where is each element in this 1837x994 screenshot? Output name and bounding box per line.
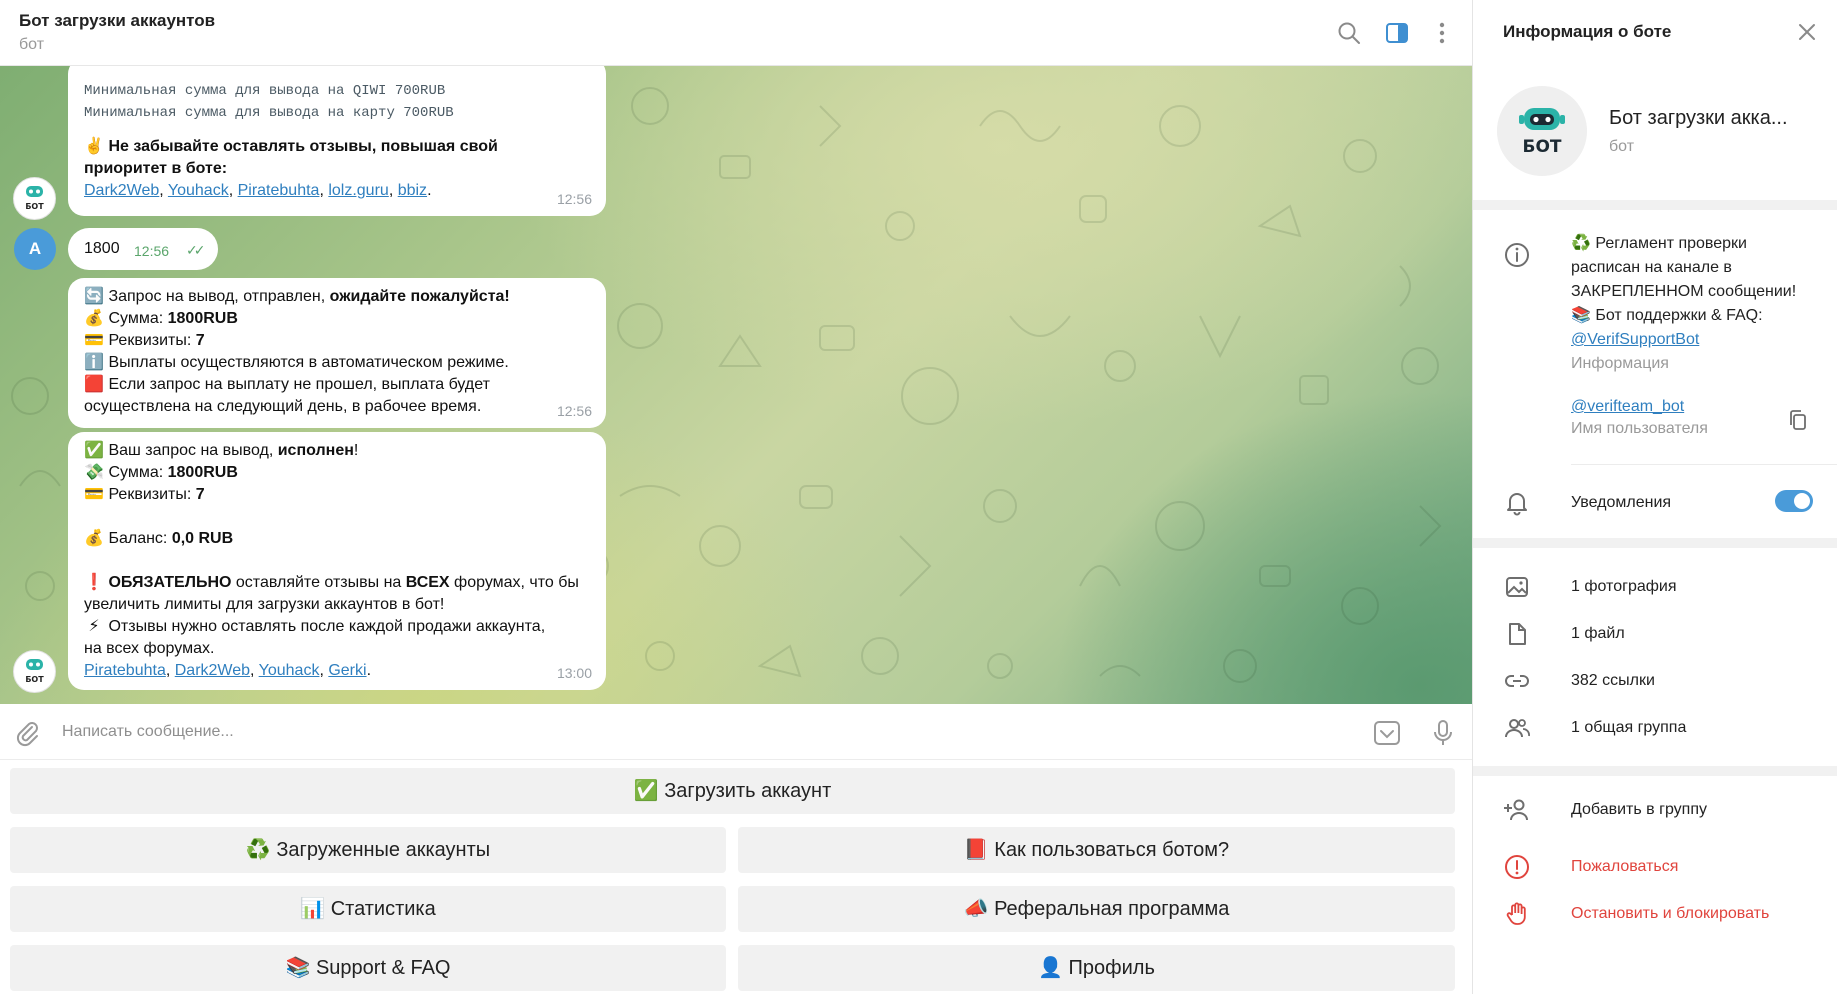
link-gerki[interactable]: Gerki xyxy=(328,662,366,679)
link-icon[interactable] xyxy=(1503,667,1531,695)
link-youhack[interactable]: Youhack xyxy=(168,182,229,199)
message-bubble[interactable]: Минимальная сумма для вывода на QIWI 700… xyxy=(68,66,606,216)
link-lolz[interactable]: lolz.guru xyxy=(328,182,388,199)
notifications-toggle[interactable] xyxy=(1775,490,1813,512)
stop-and-block-button[interactable]: Остановить и блокировать xyxy=(1571,905,1769,923)
message-bubble[interactable]: ✅ Ваш запрос на вывод, исполнен! 💸 Сумма… xyxy=(68,432,606,690)
report-button[interactable]: Пожаловаться xyxy=(1571,858,1678,876)
notifications-label: Уведомления xyxy=(1571,494,1672,511)
username-field[interactable]: @verifteam_bot Имя пользователя xyxy=(1571,398,1801,438)
sidebar-toggle-icon[interactable] xyxy=(1384,20,1410,46)
bot-keyboard-icon[interactable] xyxy=(1372,718,1402,748)
statistics-button[interactable]: 📊 Статистика xyxy=(10,886,726,932)
message-bubble[interactable]: 🔄 Запрос на вывод, отправлен, ожидайте п… xyxy=(68,278,606,428)
links-count[interactable]: 382 ссылки xyxy=(1571,672,1655,690)
chat-header: Бот загрузки аккаунтов бот xyxy=(0,0,1472,66)
chat-pane: Бот загрузки аккаунтов бот Минимальная с… xyxy=(0,0,1472,994)
message-composer xyxy=(0,704,1472,760)
profile-button[interactable]: 👤 Профиль xyxy=(738,945,1455,991)
bot-info-panel: Информация о боте БОТ Бот загрузки акка.… xyxy=(1472,0,1837,994)
bot-avatar[interactable]: БОТ xyxy=(13,650,56,693)
how-to-use-button[interactable]: 📕 Как пользоваться ботом? xyxy=(738,827,1455,873)
card-emoji-icon: 💳 xyxy=(84,486,104,503)
close-icon[interactable] xyxy=(1795,20,1819,44)
money-bag-emoji-icon: 💰 xyxy=(84,310,104,327)
profile-name: Бот загрузки акка... xyxy=(1609,107,1788,129)
toggle-knob xyxy=(1794,493,1810,509)
svg-text:БОТ: БОТ xyxy=(25,202,44,211)
common-groups-count[interactable]: 1 общая группа xyxy=(1571,719,1686,737)
uploaded-accounts-button[interactable]: ♻️ Загруженные аккаунты xyxy=(10,827,726,873)
bot-avatar[interactable]: БОТ xyxy=(13,177,56,220)
message-text: Не забывайте оставлять отзывы, повышая с… xyxy=(108,138,498,155)
card-emoji-icon: 💳 xyxy=(84,332,104,349)
section-divider xyxy=(1473,538,1837,548)
info-icon xyxy=(1503,241,1531,269)
copy-icon[interactable] xyxy=(1786,408,1810,432)
message-list[interactable]: Минимальная сумма для вывода на QIWI 700… xyxy=(0,66,1472,704)
read-check-icon: ✓✓ xyxy=(186,242,206,258)
link-youhack[interactable]: Youhack xyxy=(259,662,320,679)
group-icon[interactable] xyxy=(1503,714,1531,742)
check-emoji-icon: ✅ xyxy=(84,442,104,459)
chat-subtitle: бот xyxy=(19,36,45,53)
red-square-emoji-icon: 🟥 xyxy=(84,376,104,393)
files-count[interactable]: 1 файл xyxy=(1571,625,1625,643)
report-icon[interactable] xyxy=(1503,853,1531,881)
attach-paperclip-icon[interactable] xyxy=(12,718,42,748)
link-piratebuhta[interactable]: Piratebuhta xyxy=(84,662,166,679)
link-piratebuhta[interactable]: Piratebuhta xyxy=(238,182,320,199)
chat-title[interactable]: Бот загрузки аккаунтов xyxy=(19,11,215,31)
victory-emoji-icon: ✌️ xyxy=(84,138,104,155)
svg-text:БОТ: БОТ xyxy=(25,675,44,684)
photo-icon[interactable] xyxy=(1503,573,1531,601)
username-caption: Имя пользователя xyxy=(1571,420,1708,437)
profile-avatar[interactable]: БОТ xyxy=(1497,86,1587,176)
money-bag-emoji-icon: 💰 xyxy=(84,530,104,547)
stop-hand-icon[interactable] xyxy=(1503,900,1531,928)
message-text: Минимальная сумма для вывода на QIWI 700… xyxy=(84,83,446,99)
link-dark2web[interactable]: Dark2Web xyxy=(175,662,250,679)
about-caption: Информация xyxy=(1571,355,1669,372)
exclamation-emoji-icon: ❗ xyxy=(84,574,104,591)
search-icon[interactable] xyxy=(1336,20,1362,46)
support-faq-button[interactable]: 📚 Support & FAQ xyxy=(10,945,726,991)
photos-count[interactable]: 1 фотография xyxy=(1571,578,1677,596)
message-time: 12:56 xyxy=(556,191,592,207)
section-divider xyxy=(1473,766,1837,776)
bot-keyboard: ✅ Загрузить аккаунт ♻️ Загруженные аккау… xyxy=(0,760,1472,994)
message-time: 12:56 xyxy=(134,243,170,259)
message-time: 12:56 xyxy=(556,403,592,419)
add-user-icon[interactable] xyxy=(1503,796,1531,824)
link-dark2web[interactable]: Dark2Web xyxy=(84,182,159,199)
microphone-icon[interactable] xyxy=(1428,718,1458,748)
lightning-emoji-icon: ⚡ xyxy=(88,618,100,635)
message-time: 13:00 xyxy=(556,665,592,681)
upload-account-button[interactable]: ✅ Загрузить аккаунт xyxy=(10,768,1455,814)
message-text: Минимальная сумма для вывода на карту 70… xyxy=(84,105,454,121)
svg-text:БОТ: БОТ xyxy=(1522,137,1561,157)
bell-icon xyxy=(1503,488,1531,516)
link-bbiz[interactable]: bbiz xyxy=(398,182,427,199)
support-bot-link[interactable]: @VerifSupportBot xyxy=(1571,328,1821,352)
divider-line xyxy=(1571,464,1837,465)
profile-subtitle: бот xyxy=(1609,138,1635,155)
add-to-group-button[interactable]: Добавить в группу xyxy=(1571,801,1707,819)
message-input[interactable] xyxy=(62,718,1362,746)
message-text: приоритет в боте: xyxy=(84,160,228,177)
refresh-emoji-icon: 🔄 xyxy=(84,288,104,305)
file-icon[interactable] xyxy=(1503,620,1531,648)
username-value[interactable]: @verifteam_bot xyxy=(1571,398,1801,416)
user-avatar[interactable]: A xyxy=(14,228,56,270)
panel-title: Информация о боте xyxy=(1503,22,1672,41)
info-emoji-icon: ℹ️ xyxy=(84,354,104,371)
about-text: ♻️ Регламент проверки расписан на канале… xyxy=(1571,232,1821,376)
more-vertical-icon[interactable] xyxy=(1429,20,1455,46)
message-bubble[interactable]: 1800 12:56 ✓✓ xyxy=(68,228,218,270)
referral-button[interactable]: 📣 Реферальная программа xyxy=(738,886,1455,932)
money-wings-emoji-icon: 💸 xyxy=(84,464,104,481)
section-divider xyxy=(1473,200,1837,210)
